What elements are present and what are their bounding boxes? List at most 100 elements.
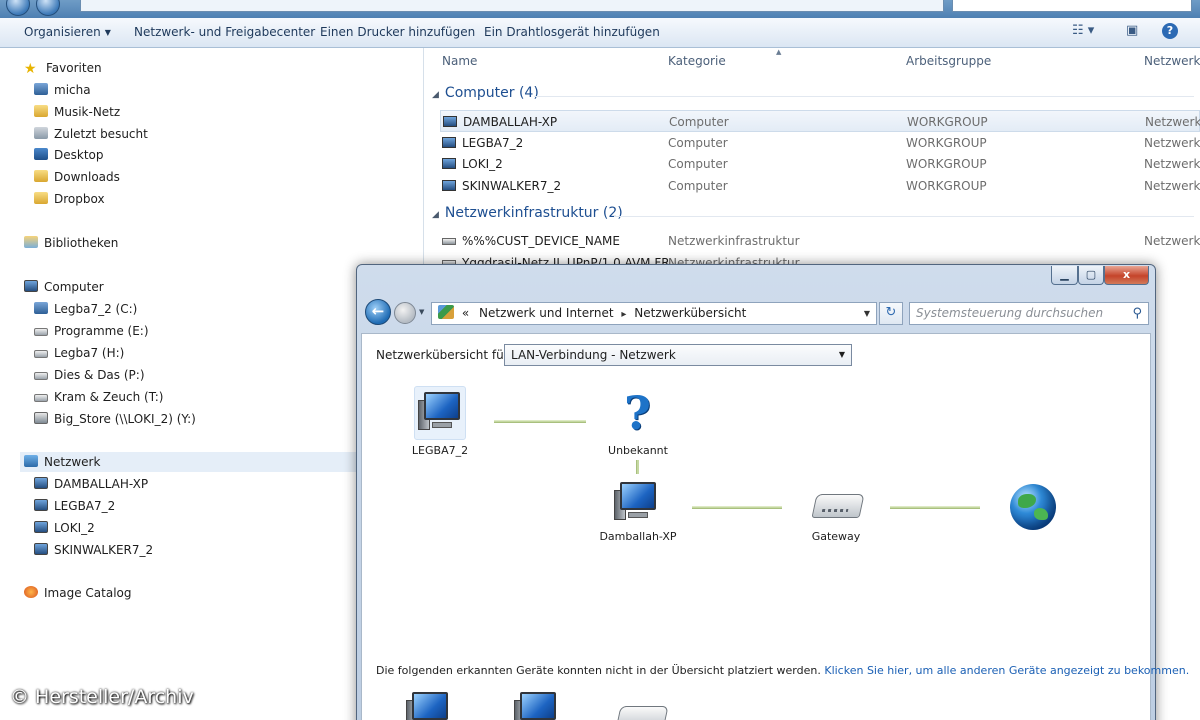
help-icon[interactable]: ? <box>1162 23 1178 39</box>
node-label-gateway[interactable]: Gateway <box>812 530 861 543</box>
search-icon[interactable]: ⚲ <box>1132 303 1142 324</box>
computer-icon <box>34 521 48 533</box>
column-header-workgroup[interactable]: Arbeitsgruppe <box>906 54 991 68</box>
nav-drive-c[interactable]: Legba7_2 (C:) <box>34 299 137 319</box>
nav-item-recent[interactable]: Zuletzt besucht <box>34 124 148 144</box>
computer-icon <box>442 180 456 191</box>
desktop-icon <box>34 148 48 160</box>
breadcrumb-network-map[interactable]: Netzwerkübersicht <box>634 306 746 320</box>
forward-button[interactable] <box>394 302 416 324</box>
network-map-panel: Netzwerkübersicht für LAN-Verbindung - N… <box>361 333 1151 720</box>
forward-button[interactable] <box>36 0 60 16</box>
computer-icon[interactable] <box>514 690 560 720</box>
row-workgroup: WORKGROUP <box>907 111 988 133</box>
nav-network-legba[interactable]: LEGBA7_2 <box>34 496 115 516</box>
folder-icon <box>34 105 48 117</box>
address-bar[interactable]: « Netzwerk und Internet ▸ Netzwerkübersi… <box>431 302 877 325</box>
explorer-titlebar <box>0 0 1200 18</box>
node-label-unknown[interactable]: Unbekannt <box>608 444 668 457</box>
computer-icon[interactable] <box>614 480 660 528</box>
nav-image-catalog[interactable]: Image Catalog <box>24 583 131 603</box>
minimize-button[interactable]: ▁ <box>1051 266 1078 285</box>
search-box[interactable] <box>952 0 1192 12</box>
note-text: Die folgenden erkannten Geräte konnten n… <box>376 664 821 677</box>
address-dropdown-icon[interactable]: ▼ <box>864 303 870 324</box>
computer-screen <box>620 482 656 510</box>
nav-network-damballah[interactable]: DAMBALLAH-XP <box>34 474 148 494</box>
dropbox-folder-icon <box>34 192 48 204</box>
recent-places-icon <box>34 127 48 139</box>
nav-libraries[interactable]: Bibliotheken <box>24 233 118 253</box>
row-workgroup: WORKGROUP <box>906 175 987 197</box>
row-category: Computer <box>668 153 728 175</box>
collapse-triangle-icon: ◢ <box>432 210 439 220</box>
node-label-damballah[interactable]: Damballah-XP <box>599 530 676 543</box>
connection-select[interactable]: LAN-Verbindung - Netzwerk▼ <box>504 344 852 366</box>
node-label-legba[interactable]: LEGBA7_2 <box>412 444 468 457</box>
add-printer-button[interactable]: Einen Drucker hinzufügen <box>320 25 475 39</box>
nav-item-micha[interactable]: micha <box>34 80 91 100</box>
nav-item-downloads[interactable]: Downloads <box>34 167 120 187</box>
nav-drive-y[interactable]: Big_Store (\\LOKI_2) (Y:) <box>34 409 196 429</box>
maximize-button[interactable]: ▢ <box>1078 266 1104 285</box>
address-bar[interactable] <box>80 0 944 12</box>
nav-network-skinwalker[interactable]: SKINWALKER7_2 <box>34 540 153 560</box>
nav-network-loki[interactable]: LOKI_2 <box>34 518 95 538</box>
table-row[interactable]: SKINWALKER7_2 Computer WORKGROUP Netzwer… <box>440 175 1200 197</box>
computer-stand <box>628 512 648 518</box>
computer-icon <box>443 116 457 127</box>
router-icon[interactable] <box>811 494 864 518</box>
computer-screen <box>412 692 448 720</box>
internet-globe-icon[interactable] <box>1010 484 1056 530</box>
column-header-name[interactable]: Name <box>442 54 477 68</box>
drive-icon <box>34 372 48 380</box>
preview-pane-icon[interactable]: ▣ <box>1126 23 1138 41</box>
nav-computer[interactable]: Computer <box>24 277 104 297</box>
breadcrumb-overflow[interactable]: « <box>462 306 469 320</box>
breadcrumb-separator-icon[interactable]: ▸ <box>621 309 626 320</box>
computer-screen <box>424 392 460 420</box>
network-drive-icon <box>34 412 48 424</box>
computer-icon <box>34 543 48 555</box>
column-header-network[interactable]: Netzwerk <box>1144 54 1200 68</box>
table-row[interactable]: %%%CUST_DEVICE_NAME Netzwerkinfrastruktu… <box>440 230 1200 252</box>
nav-item-desktop[interactable]: Desktop <box>34 145 104 165</box>
connection-line <box>636 460 639 474</box>
nav-drive-p[interactable]: Dies & Das (P:) <box>34 365 145 385</box>
breadcrumb-network-internet[interactable]: Netzwerk und Internet <box>479 306 614 320</box>
group-header-computer[interactable]: ◢Computer (4) <box>432 85 539 101</box>
show-all-devices-link[interactable]: Klicken Sie hier, um alle anderen Geräte… <box>824 664 1189 677</box>
sort-arrow-icon: ▲ <box>776 48 781 56</box>
add-wireless-device-button[interactable]: Ein Drahtlosgerät hinzufügen <box>484 25 660 39</box>
table-row[interactable]: LOKI_2 Computer WORKGROUP Netzwerk <box>440 153 1200 175</box>
router-icon[interactable] <box>615 706 668 720</box>
network-center-button[interactable]: Netzwerk- und Freigabecenter <box>134 25 315 39</box>
column-header-category[interactable]: Kategorie <box>668 54 726 68</box>
history-dropdown-icon[interactable]: ▼ <box>419 308 424 316</box>
computer-icon <box>34 477 48 489</box>
table-row[interactable]: DAMBALLAH-XP Computer WORKGROUP Netzwerk <box>440 110 1200 132</box>
nav-favorites[interactable]: ★Favoriten <box>24 58 102 78</box>
organize-menu[interactable]: Organisieren▼ <box>24 25 111 39</box>
back-button[interactable]: ← <box>365 299 391 325</box>
group-header-infrastructure[interactable]: ◢Netzwerkinfrastruktur (2) <box>432 205 623 221</box>
nav-drive-t[interactable]: Kram & Zeuch (T:) <box>34 387 163 407</box>
close-button[interactable]: x <box>1104 266 1149 285</box>
nav-item-dropbox[interactable]: Dropbox <box>34 189 105 209</box>
computer-icon[interactable] <box>406 690 452 720</box>
row-name: LEGBA7_2 <box>462 132 523 154</box>
view-options-icon[interactable]: ☷ ▾ <box>1072 23 1094 41</box>
unknown-device-icon[interactable]: ? <box>624 390 651 436</box>
table-row[interactable]: LEGBA7_2 Computer WORKGROUP Netzwerk <box>440 132 1200 154</box>
back-button[interactable] <box>6 0 30 16</box>
computer-icon <box>442 137 456 148</box>
search-input[interactable]: Systemsteuerung durchsuchen⚲ <box>909 302 1149 325</box>
computer-screen <box>520 692 556 720</box>
nav-drive-e[interactable]: Programme (E:) <box>34 321 149 341</box>
computer-icon[interactable] <box>418 390 464 438</box>
nav-item-musik-netz[interactable]: Musik-Netz <box>34 102 120 122</box>
refresh-button[interactable]: ↻ <box>879 302 903 325</box>
computer-stand <box>432 422 452 428</box>
nav-drive-h[interactable]: Legba7 (H:) <box>34 343 124 363</box>
computer-icon <box>442 158 456 169</box>
